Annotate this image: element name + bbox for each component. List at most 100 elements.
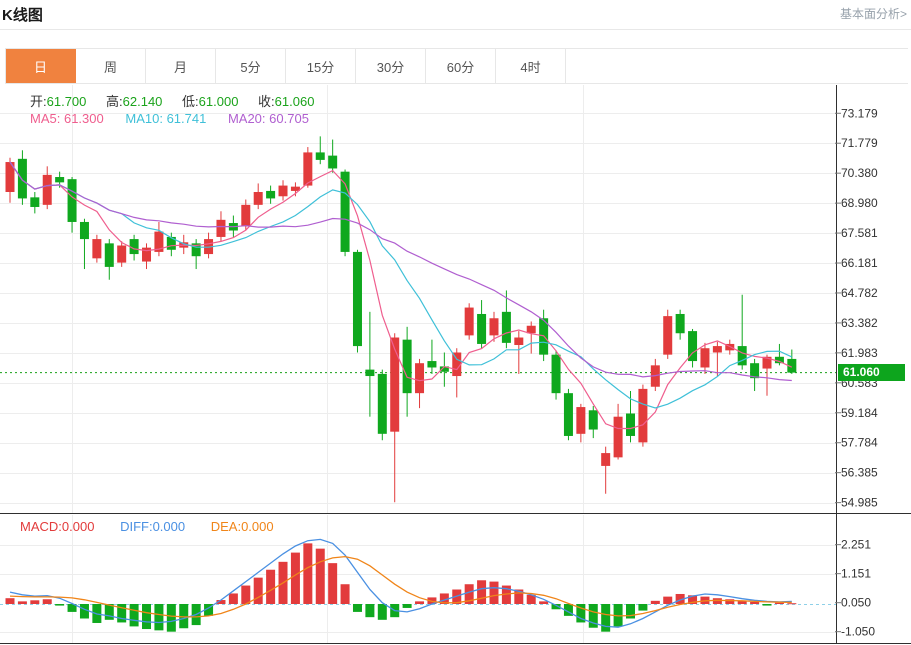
candle-body xyxy=(279,186,288,197)
macd-y-axis-label: 1.151 xyxy=(841,567,871,581)
macd-bar xyxy=(787,603,796,604)
ma10-readout: MA10: 61.741 xyxy=(125,111,206,126)
candle-body xyxy=(775,357,784,363)
macd-bar xyxy=(651,601,660,604)
candle-body xyxy=(266,191,275,198)
open-value: 61.700 xyxy=(47,94,87,109)
main-y-axis-label: 64.782 xyxy=(841,286,878,300)
main-y-axis-label: 61.983 xyxy=(841,346,878,360)
current-price-tag: 61.060 xyxy=(838,364,905,381)
candle-body xyxy=(713,346,722,352)
candle-body xyxy=(638,389,647,443)
ohlc-readout: 开:61.700 高:62.140 低:61.000 收:61.060 xyxy=(30,91,330,110)
macd-bar xyxy=(539,601,548,604)
diff-value-readout: DIFF:0.000 xyxy=(120,519,185,534)
candle-body xyxy=(117,246,126,263)
main-y-axis-label: 57.784 xyxy=(841,436,878,450)
macd-bar xyxy=(55,604,64,606)
candle-body xyxy=(738,346,747,365)
candle-body xyxy=(576,407,585,434)
macd-bar xyxy=(328,563,337,604)
candle-body xyxy=(328,156,337,169)
candle-body xyxy=(663,316,672,355)
candle-body xyxy=(626,413,635,435)
macd-bar xyxy=(167,604,176,632)
macd-bar xyxy=(477,580,486,604)
candle-body xyxy=(254,192,263,205)
candle-body xyxy=(378,374,387,434)
main-y-axis-label: 54.985 xyxy=(841,496,878,510)
candle-body xyxy=(55,177,64,182)
high-value: 62.140 xyxy=(123,94,163,109)
low-value: 61.000 xyxy=(199,94,239,109)
macd-y-axis-label: -1.050 xyxy=(841,625,875,639)
kline-widget: K线图 基本面分析> 日 周 月 5分 15分 30分 60分 4时 73.17… xyxy=(0,0,911,645)
macd-bar xyxy=(43,599,52,604)
macd-bar xyxy=(638,604,647,611)
candle-body xyxy=(92,239,101,258)
macd-bar xyxy=(254,578,263,604)
macd-value-readout: MACD:0.000 xyxy=(20,519,94,534)
macd-bar xyxy=(18,601,27,604)
candle-body xyxy=(502,312,511,343)
macd-bar xyxy=(316,549,325,604)
macd-bar xyxy=(130,604,139,626)
candle-body xyxy=(477,314,486,344)
macd-bar xyxy=(241,586,250,604)
candle-body xyxy=(527,326,536,333)
candle-body xyxy=(552,355,561,394)
candle-body xyxy=(390,338,399,432)
macd-bar xyxy=(601,604,610,632)
candle-body xyxy=(18,159,27,199)
high-label: 高: xyxy=(106,94,123,109)
main-y-axis-label: 63.382 xyxy=(841,316,878,330)
candle-body xyxy=(241,205,250,226)
ma20-readout: MA20: 60.705 xyxy=(228,111,309,126)
macd-bar xyxy=(80,604,89,618)
main-y-axis-label: 66.181 xyxy=(841,256,878,270)
macd-bar xyxy=(415,601,424,604)
candle-body xyxy=(316,152,325,159)
candle-body xyxy=(403,340,412,394)
candle-body xyxy=(365,370,374,376)
macd-bar xyxy=(353,604,362,612)
candle-body xyxy=(30,197,39,207)
dea-line xyxy=(10,557,792,617)
macd-y-axis-label: 2.251 xyxy=(841,538,871,552)
candle-body xyxy=(465,308,474,336)
candle-body xyxy=(489,318,498,335)
ma-line-ma10 xyxy=(10,162,792,408)
candle-body xyxy=(700,348,709,367)
main-y-axis-label: 70.380 xyxy=(841,166,878,180)
candle-body xyxy=(68,179,77,222)
macd-bar xyxy=(489,582,498,604)
candle-body xyxy=(514,338,523,345)
macd-bar xyxy=(365,604,374,617)
macd-bar xyxy=(341,584,350,604)
candle-body xyxy=(43,175,52,205)
candle-body xyxy=(589,410,598,429)
candle-body xyxy=(564,393,573,436)
macd-bar xyxy=(663,597,672,604)
main-y-axis-label: 59.184 xyxy=(841,406,878,420)
macd-bar xyxy=(750,602,759,604)
macd-bar xyxy=(378,604,387,620)
macd-bar xyxy=(403,604,412,608)
macd-bar xyxy=(291,553,300,604)
ma-line-ma5 xyxy=(10,162,792,429)
main-y-axis-label: 73.179 xyxy=(841,106,878,120)
macd-bar xyxy=(266,570,275,604)
macd-bar xyxy=(229,593,238,604)
low-label: 低: xyxy=(182,94,199,109)
dea-value-readout: DEA:0.000 xyxy=(211,519,274,534)
macd-readout: MACD:0.000 DIFF:0.000 DEA:0.000 xyxy=(20,519,296,534)
macd-bar xyxy=(30,600,39,604)
main-y-axis-label: 71.779 xyxy=(841,136,878,150)
macd-bar xyxy=(6,598,15,604)
main-y-axis-label: 67.581 xyxy=(841,226,878,240)
candle-body xyxy=(676,314,685,333)
macd-bar xyxy=(713,598,722,604)
open-label: 开: xyxy=(30,94,47,109)
candle-body xyxy=(130,239,139,254)
macd-bar xyxy=(142,604,151,629)
